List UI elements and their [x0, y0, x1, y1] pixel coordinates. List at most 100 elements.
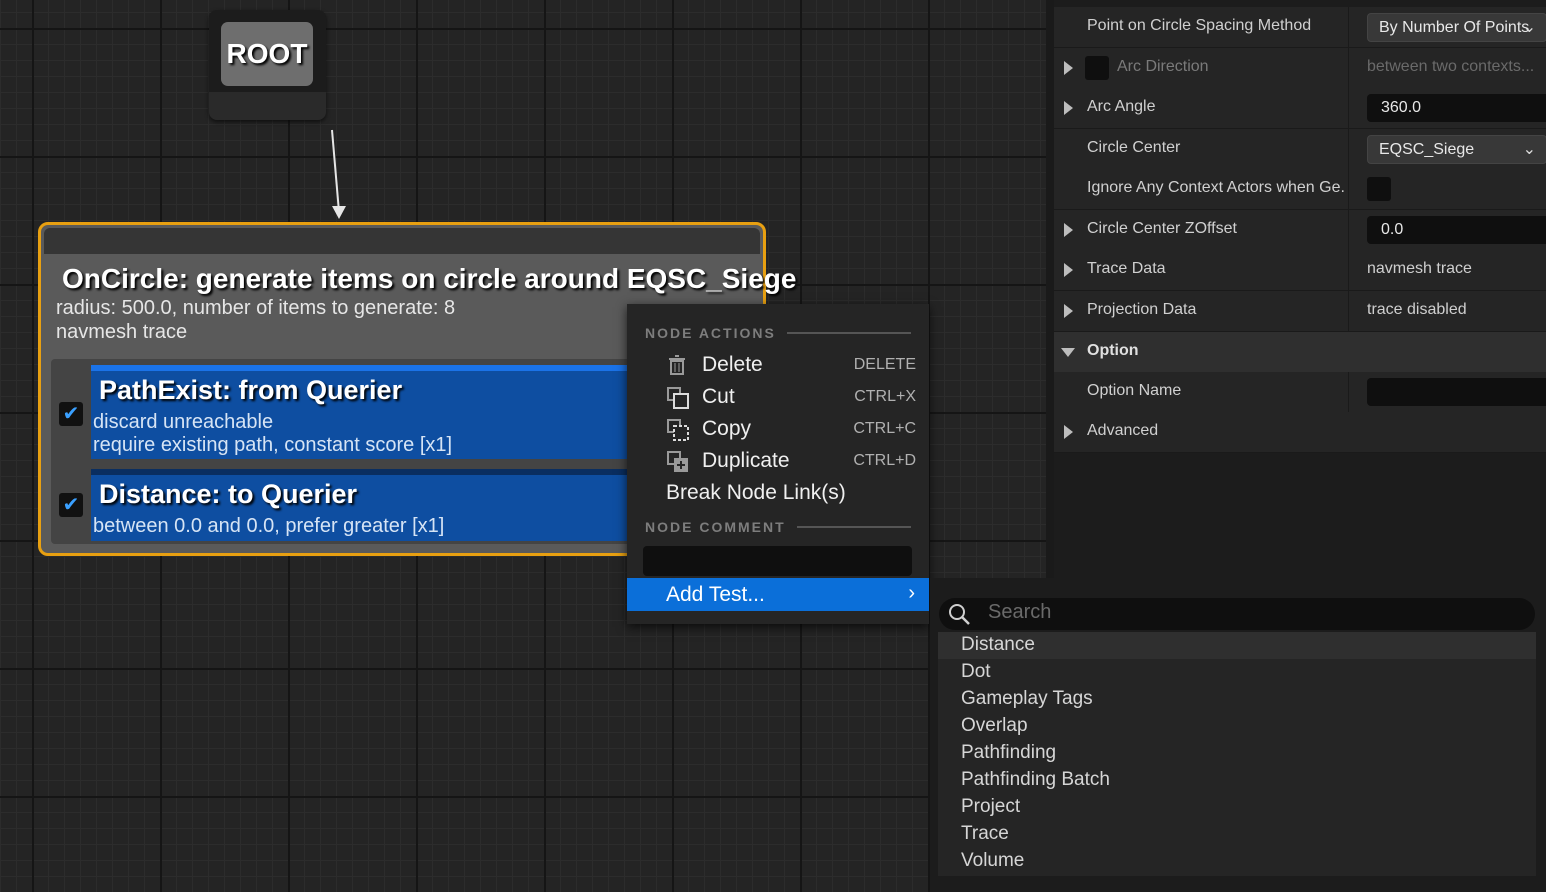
test-node[interactable]: Distance: to Querier between 0.0 and 0.0…	[91, 469, 651, 541]
list-item-label: Pathfinding	[961, 742, 1057, 763]
menu-item-label: Add Test...	[666, 583, 765, 606]
property-label: Arc Direction	[1117, 58, 1209, 75]
column-divider[interactable]	[1348, 372, 1349, 412]
dropdown-value: By Number Of Points	[1379, 19, 1530, 36]
category-option[interactable]: Option	[1054, 332, 1546, 373]
menu-item-delete[interactable]: Delete DELETE	[627, 350, 929, 382]
list-item[interactable]: Gameplay Tags	[938, 686, 1536, 713]
category-advanced[interactable]: Advanced	[1054, 412, 1546, 453]
checkmark-icon: ✔	[62, 494, 80, 516]
property-label: Option Name	[1087, 382, 1182, 399]
section-divider	[797, 526, 911, 528]
menu-item-label: Break Node Link(s)	[666, 481, 846, 504]
list-item[interactable]: Pathfinding	[938, 740, 1536, 767]
panel-splitter[interactable]	[1046, 0, 1054, 578]
list-item-label: Project	[961, 796, 1021, 817]
option-name-input[interactable]	[1367, 378, 1546, 406]
search-icon	[947, 602, 971, 626]
root-node-body: ROOT	[221, 22, 313, 86]
property-label: Trace Data	[1087, 260, 1166, 277]
node-comment-input[interactable]	[643, 546, 912, 576]
test-enabled-checkbox[interactable]: ✔	[59, 402, 83, 426]
menu-item-shortcut: CTRL+C	[853, 420, 916, 437]
expand-arrow-icon[interactable]	[1064, 61, 1073, 75]
property-label: Circle Center	[1087, 139, 1181, 156]
column-divider[interactable]	[1348, 210, 1349, 250]
list-item-label: Trace	[961, 823, 1009, 844]
circle-center-dropdown[interactable]: EQSC_Siege ⌄	[1367, 135, 1546, 164]
property-row-arc-direction: Arc Direction between two contexts...	[1054, 48, 1546, 89]
trash-icon	[667, 355, 687, 375]
test-description-line: require existing path, constant score [x…	[93, 434, 453, 456]
node-connection-edge	[331, 129, 346, 219]
property-value: navmesh trace	[1367, 260, 1472, 277]
menu-item-copy[interactable]: Copy CTRL+C	[627, 414, 929, 446]
test-title: Distance: to Querier	[99, 479, 358, 509]
arc-direction-checkbox[interactable]	[1085, 56, 1109, 80]
generator-input-pin[interactable]	[44, 228, 760, 254]
list-item[interactable]: Trace	[938, 821, 1536, 848]
menu-item-cut[interactable]: Cut CTRL+X	[627, 382, 929, 414]
list-item[interactable]: Overlap	[938, 713, 1536, 740]
list-item[interactable]: Pathfinding Batch	[938, 767, 1536, 794]
list-item-label: Dot	[961, 661, 991, 682]
checkmark-icon: ✔	[62, 403, 80, 425]
menu-item-shortcut: DELETE	[853, 356, 916, 373]
list-item[interactable]: Distance	[938, 632, 1536, 659]
menu-item-duplicate[interactable]: Duplicate CTRL+D	[627, 446, 929, 478]
list-item-label: Pathfinding Batch	[961, 769, 1110, 790]
menu-item-add-test[interactable]: Add Test... ›	[627, 578, 929, 611]
property-row-option-name: Option Name	[1054, 372, 1546, 413]
column-divider[interactable]	[1348, 169, 1349, 209]
property-label: Ignore Any Context Actors when Ge...	[1087, 179, 1345, 196]
list-item[interactable]: Volume	[938, 848, 1536, 875]
expand-arrow-icon[interactable]	[1064, 425, 1073, 439]
copy-icon	[667, 419, 689, 441]
expand-arrow-icon[interactable]	[1064, 101, 1073, 115]
column-divider[interactable]	[1348, 88, 1349, 128]
column-divider[interactable]	[1348, 7, 1349, 47]
expand-arrow-icon[interactable]	[1064, 263, 1073, 277]
menu-item-label: Duplicate	[702, 449, 790, 472]
property-label: Projection Data	[1087, 301, 1197, 318]
category-label: Option	[1087, 342, 1139, 359]
search-placeholder: Search	[988, 601, 1052, 623]
property-row-arc-angle: Arc Angle 360.0	[1054, 88, 1546, 129]
expand-arrow-icon[interactable]	[1064, 304, 1073, 318]
list-item[interactable]: Project	[938, 794, 1536, 821]
chevron-down-icon: ⌄	[1522, 19, 1536, 36]
generator-description-line: radius: 500.0, number of items to genera…	[56, 297, 456, 319]
root-node[interactable]: ROOT	[209, 10, 326, 120]
property-label: Arc Angle	[1087, 98, 1156, 115]
menu-item-label: Delete	[702, 353, 763, 376]
column-divider[interactable]	[1348, 129, 1349, 169]
root-node-label: ROOT	[226, 38, 308, 69]
chevron-down-icon: ⌄	[1522, 141, 1536, 158]
column-divider[interactable]	[1348, 48, 1349, 88]
column-divider[interactable]	[1348, 291, 1349, 331]
expand-arrow-icon[interactable]	[1064, 223, 1073, 237]
property-value: trace disabled	[1367, 301, 1467, 318]
spacing-method-dropdown[interactable]: By Number Of Points ⌄	[1367, 13, 1546, 42]
arc-angle-input[interactable]: 360.0	[1367, 94, 1546, 122]
list-item-label: Distance	[961, 634, 1035, 655]
search-box[interactable]: Search	[939, 598, 1535, 630]
root-output-pin[interactable]	[209, 92, 326, 120]
property-row-circle-center: Circle Center EQSC_Siege ⌄	[1054, 129, 1546, 170]
list-item[interactable]: Dot	[938, 659, 1536, 686]
collapse-arrow-icon[interactable]	[1061, 348, 1075, 357]
add-test-submenu: Search Distance Dot Gameplay Tags Overla…	[930, 578, 1546, 892]
generator-title: OnCircle: generate items on circle aroun…	[62, 263, 797, 294]
section-header-node-comment: NODE COMMENT	[645, 519, 786, 535]
node-context-menu: NODE ACTIONS Delete DELETE Cut CTRL+X Co…	[627, 304, 929, 624]
ignore-context-checkbox[interactable]	[1367, 177, 1391, 201]
zoffset-input[interactable]: 0.0	[1367, 216, 1546, 244]
test-node[interactable]: PathExist: from Querier discard unreacha…	[91, 365, 651, 459]
menu-item-break-links[interactable]: Break Node Link(s)	[627, 478, 929, 510]
menu-item-label: Copy	[702, 417, 752, 440]
test-description-line: discard unreachable	[93, 411, 274, 433]
column-divider[interactable]	[1348, 250, 1349, 290]
property-row-projection-data: Projection Data trace disabled	[1054, 291, 1546, 332]
test-enabled-checkbox[interactable]: ✔	[59, 493, 83, 517]
generator-description-line: navmesh trace	[56, 321, 188, 343]
